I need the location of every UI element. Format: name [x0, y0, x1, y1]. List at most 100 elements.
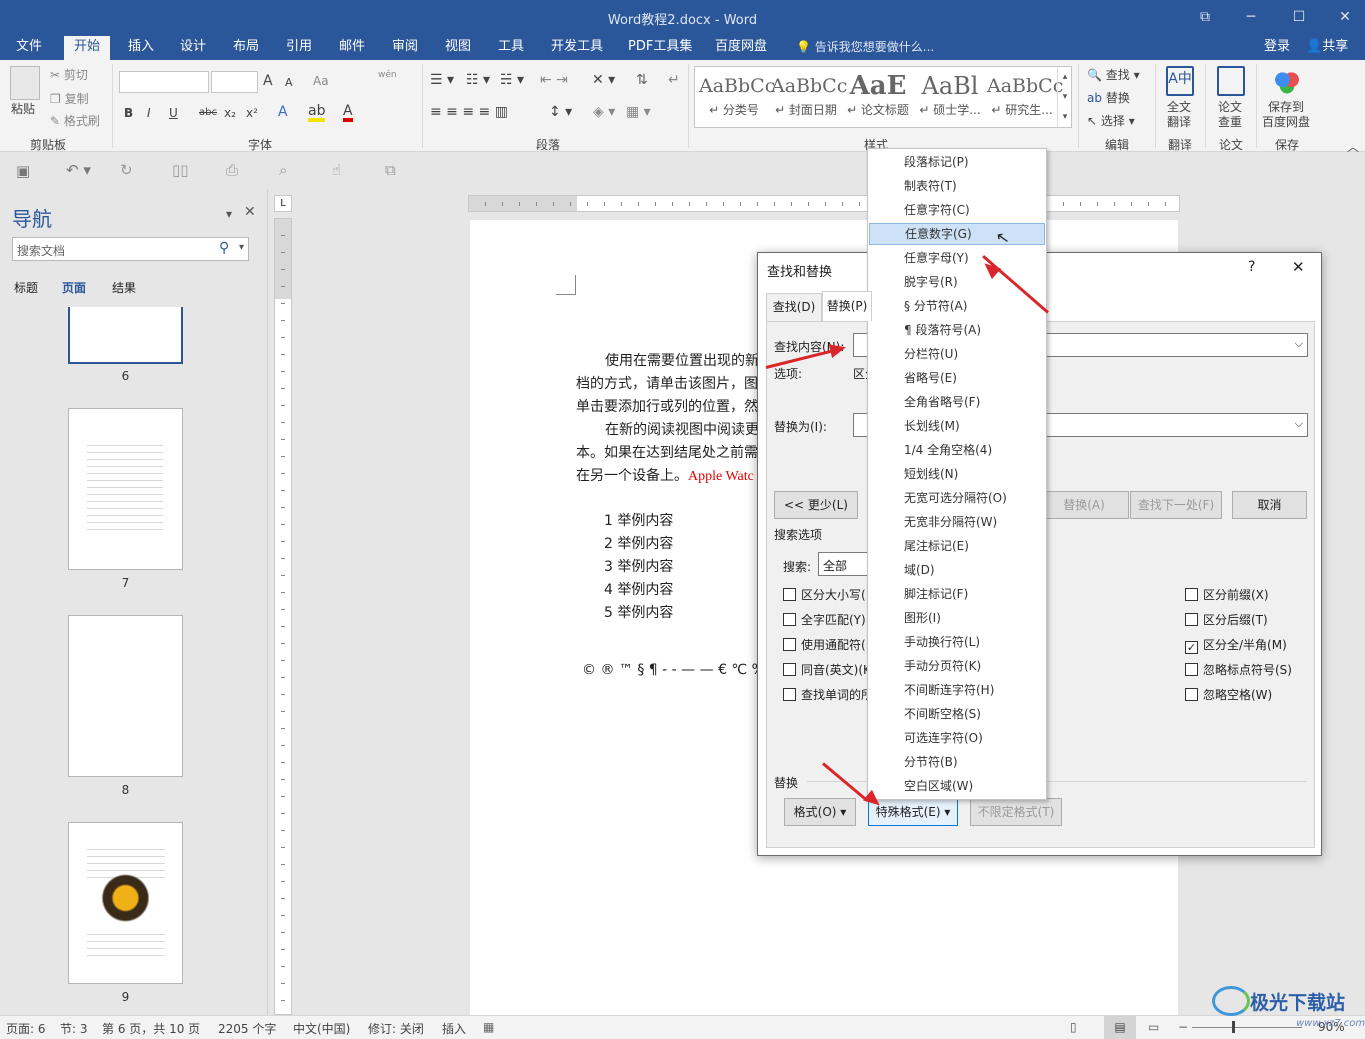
save-to-baidu-button[interactable]: 保存到 百度网盘: [1262, 100, 1310, 130]
dialog-close-button[interactable]: ✕: [1292, 258, 1305, 276]
find-next-button[interactable]: 查找下一处(F): [1130, 491, 1222, 519]
vertical-ruler[interactable]: [274, 218, 292, 1015]
replace-button[interactable]: 替换(A): [1039, 491, 1129, 519]
undo-icon[interactable]: ↶ ▾: [66, 161, 91, 179]
special-menu-item[interactable]: 不间断连字符(H): [869, 679, 1045, 701]
tab-selector[interactable]: L: [274, 195, 292, 212]
ignore-space-checkbox[interactable]: 忽略空格(W): [1185, 686, 1272, 703]
status-track-changes[interactable]: 修订: 关闭: [368, 1020, 424, 1037]
special-menu-item[interactable]: 尾注标记(E): [869, 535, 1045, 557]
nav-tab-results[interactable]: 结果: [112, 279, 136, 296]
special-menu-item[interactable]: 脚注标记(F): [869, 583, 1045, 605]
checkbox-box[interactable]: [783, 638, 796, 651]
cut-button[interactable]: ✂ 剪切: [50, 66, 88, 83]
word-forms-checkbox[interactable]: 查找单词的所: [783, 686, 873, 703]
status-language[interactable]: 中文(中国): [293, 1020, 350, 1037]
bold-button[interactable]: B: [124, 106, 133, 120]
select-button[interactable]: ↖ 选择 ▾: [1087, 112, 1135, 129]
checkbox-box[interactable]: [1185, 613, 1198, 626]
page-thumbnail[interactable]: [68, 307, 183, 364]
match-suffix-checkbox[interactable]: 区分后缀(T): [1185, 611, 1268, 628]
special-menu-item[interactable]: 全角省略号(F): [869, 391, 1045, 413]
tab-file[interactable]: 文件: [12, 36, 46, 60]
special-menu-item[interactable]: 分节符(B): [869, 751, 1045, 773]
special-menu-item[interactable]: 制表符(T): [869, 175, 1045, 197]
checkbox-box[interactable]: [783, 663, 796, 676]
special-menu-item[interactable]: 长划线(M): [869, 415, 1045, 437]
shading-icon[interactable]: ◈ ▾: [593, 104, 615, 120]
format-button[interactable]: 格式(O) ▾: [784, 798, 856, 826]
chinese-layout-icon[interactable]: ✕ ▾: [592, 72, 615, 88]
tab-replace[interactable]: 替换(P): [822, 291, 872, 321]
wildcards-checkbox[interactable]: 使用通配符(: [783, 636, 866, 653]
checkbox-box[interactable]: [783, 588, 796, 601]
borders-icon[interactable]: ▦ ▾: [626, 104, 651, 120]
macro-icon[interactable]: ▦: [483, 1020, 494, 1034]
ignore-punct-checkbox[interactable]: 忽略标点符号(S): [1185, 661, 1292, 678]
chevron-down-icon[interactable]: ⌵: [1295, 337, 1303, 351]
special-menu-item[interactable]: ¶ 段落符号(A): [869, 319, 1045, 341]
checkmark-icon[interactable]: ✓: [1185, 641, 1198, 654]
save-icon[interactable]: ▣: [16, 162, 30, 180]
print-icon[interactable]: ⎙: [226, 161, 238, 179]
nav-options-icon[interactable]: ▾: [226, 207, 232, 221]
highlight-icon[interactable]: ab: [308, 104, 326, 122]
full-translate-button[interactable]: 全文 翻译: [1167, 100, 1191, 130]
paper-check-icon[interactable]: [1217, 66, 1245, 96]
help-button[interactable]: ?: [1248, 259, 1255, 275]
translate-icon[interactable]: A中: [1166, 66, 1194, 96]
bullets-icon[interactable]: ☰ ▾: [430, 72, 454, 88]
paste-icon[interactable]: [10, 66, 40, 100]
pinyin-button[interactable]: wén: [378, 70, 397, 80]
tab-layout[interactable]: 布局: [229, 36, 263, 60]
tab-pdf[interactable]: PDF工具集: [624, 36, 696, 60]
tab-tools[interactable]: 工具: [494, 36, 528, 60]
tab-view[interactable]: 视图: [441, 36, 475, 60]
font-size-combo[interactable]: [211, 71, 258, 93]
underline-button[interactable]: U: [169, 106, 178, 120]
show-marks-icon[interactable]: ↵: [668, 72, 680, 88]
tab-find[interactable]: 查找(D): [766, 293, 822, 321]
numbering-icon[interactable]: ☷ ▾: [466, 72, 490, 88]
text-effects-icon[interactable]: A: [278, 104, 288, 120]
chevron-down-icon[interactable]: ▾: [239, 242, 244, 253]
style-item[interactable]: AaE ↵ 论文标题: [843, 71, 913, 125]
nav-tab-headings[interactable]: 标题: [14, 279, 38, 296]
status-section[interactable]: 节: 3: [60, 1020, 88, 1037]
minimize-button[interactable]: ─: [1236, 6, 1266, 28]
special-menu-item[interactable]: 任意数字(G): [869, 223, 1045, 245]
read-mode-icon[interactable]: ▯: [1070, 1020, 1077, 1034]
special-menu-item[interactable]: 无宽非分隔符(W): [869, 511, 1045, 533]
paper-check-button[interactable]: 论文 查重: [1218, 100, 1242, 130]
replace-button[interactable]: ab 替换: [1087, 89, 1130, 106]
tell-me-box[interactable]: 💡 告诉我您想要做什么...: [792, 36, 938, 60]
status-word-count[interactable]: 2205 个字: [218, 1020, 276, 1037]
special-menu-item[interactable]: 段落标记(P): [869, 151, 1045, 173]
nav-tab-pages[interactable]: 页面: [62, 279, 86, 296]
preview-icon[interactable]: ⌕: [279, 161, 287, 179]
web-layout-icon[interactable]: ▭: [1148, 1020, 1159, 1034]
customize-icon[interactable]: ⧉: [385, 161, 396, 179]
tab-developer[interactable]: 开发工具: [547, 36, 607, 60]
line-spacing-icon[interactable]: ↕ ▾: [549, 104, 572, 120]
find-button[interactable]: 🔍 查找 ▾: [1087, 66, 1140, 83]
special-menu-item[interactable]: 任意字符(C): [869, 199, 1045, 221]
cancel-button[interactable]: 取消: [1232, 491, 1307, 519]
nav-search-input[interactable]: 搜索文档 ⚲ ▾: [12, 237, 249, 261]
special-menu-item[interactable]: 无宽可选分隔符(O): [869, 487, 1045, 509]
style-item[interactable]: AaBbCc ↵ 研究生...: [987, 71, 1063, 125]
special-menu-item[interactable]: 任意字母(Y): [869, 247, 1045, 269]
layout-icon[interactable]: ▯▯: [172, 161, 189, 179]
strikethrough-button[interactable]: abc: [199, 107, 217, 118]
baidu-cloud-icon[interactable]: [1272, 68, 1302, 94]
style-item[interactable]: AaBbCc ↵ 分类号: [699, 71, 775, 125]
tab-mailings[interactable]: 邮件: [335, 36, 369, 60]
status-insert-mode[interactable]: 插入: [442, 1020, 466, 1037]
special-menu-item[interactable]: 分栏符(U): [869, 343, 1045, 365]
sounds-like-checkbox[interactable]: 同音(英文)(K: [783, 661, 871, 678]
maximize-button[interactable]: ☐: [1284, 6, 1314, 28]
close-button[interactable]: ✕: [1330, 6, 1360, 28]
redo-icon[interactable]: ↻: [120, 161, 133, 179]
style-item[interactable]: AaBl ↵ 硕士学...: [915, 71, 985, 125]
less-button[interactable]: << 更少(L): [774, 491, 858, 519]
